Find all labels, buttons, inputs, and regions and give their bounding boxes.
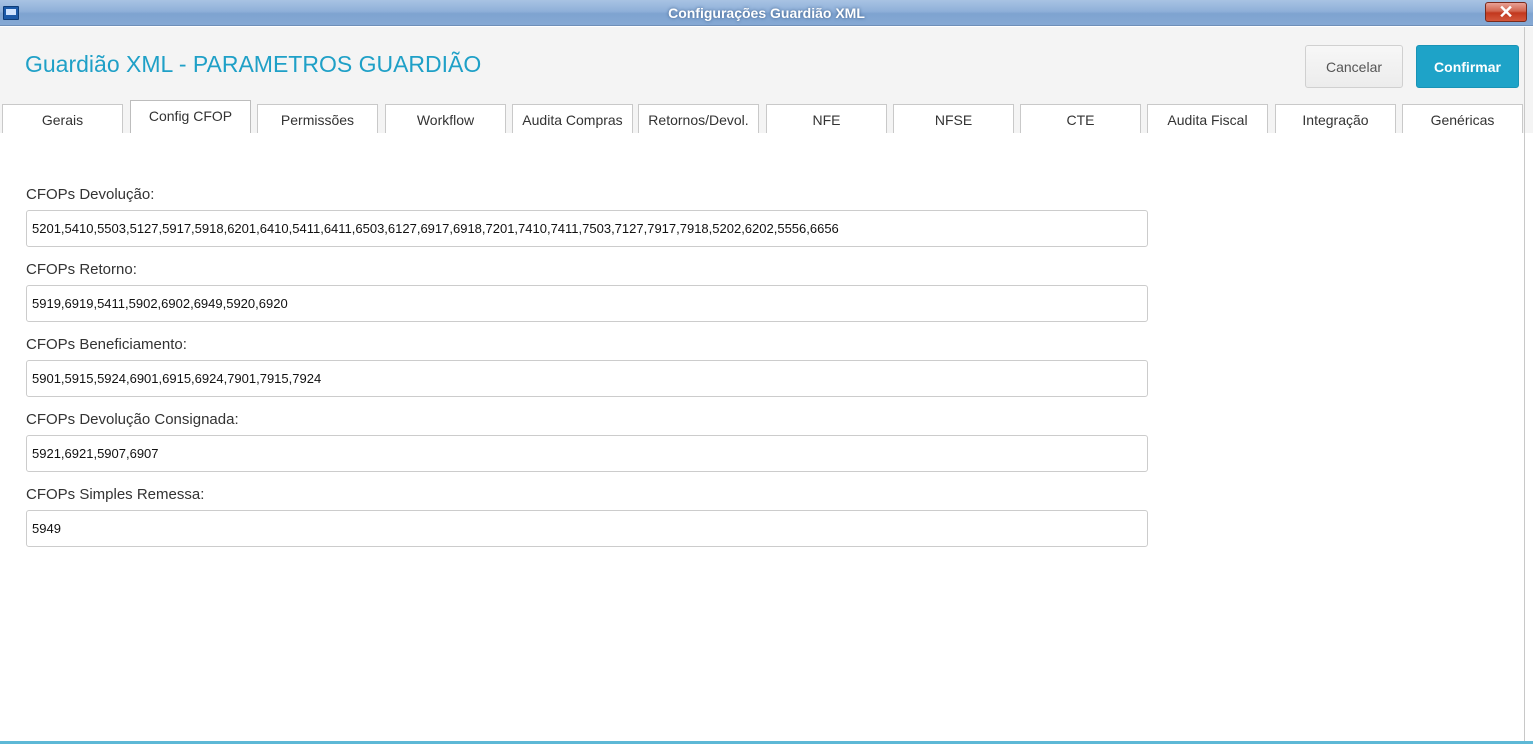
tab-nfe[interactable]: NFE bbox=[766, 104, 887, 133]
window-close-button[interactable]: ✕ bbox=[1485, 2, 1527, 22]
tab-audita-compras[interactable]: Audita Compras bbox=[512, 104, 633, 133]
tab-cte[interactable]: CTE bbox=[1020, 104, 1141, 133]
dialog-header: Guardião XML - PARAMETROS GUARDIÃO Cance… bbox=[0, 27, 1533, 103]
tab-integracao[interactable]: Integração bbox=[1275, 104, 1396, 133]
tab-bar: Gerais Config CFOP Permissões Workflow A… bbox=[0, 100, 1533, 133]
window-titlebar: Configurações Guardião XML ✕ bbox=[0, 0, 1533, 26]
cfops-devolucao-consignada-label: CFOPs Devolução Consignada: bbox=[26, 411, 239, 428]
cfops-devolucao-input[interactable]: 5201,5410,5503,5127,5917,5918,6201,6410,… bbox=[26, 210, 1148, 247]
confirm-button[interactable]: Confirmar bbox=[1416, 45, 1519, 88]
cfops-retorno-label: CFOPs Retorno: bbox=[26, 261, 137, 278]
cfops-beneficiamento-input[interactable]: 5901,5915,5924,6901,6915,6924,7901,7915,… bbox=[26, 360, 1148, 397]
cfops-simples-remessa-label: CFOPs Simples Remessa: bbox=[26, 486, 205, 503]
tab-genericas[interactable]: Genéricas bbox=[1402, 104, 1523, 133]
cancel-button[interactable]: Cancelar bbox=[1305, 45, 1403, 88]
window-title: Configurações Guardião XML bbox=[668, 5, 865, 21]
cfops-simples-remessa-input[interactable]: 5949 bbox=[26, 510, 1148, 547]
cfops-beneficiamento-label: CFOPs Beneficiamento: bbox=[26, 336, 187, 353]
cfops-devolucao-label: CFOPs Devolução: bbox=[26, 186, 155, 203]
tab-nfse[interactable]: NFSE bbox=[893, 104, 1014, 133]
panel-right-border bbox=[1524, 27, 1525, 742]
tab-gerais[interactable]: Gerais bbox=[2, 104, 123, 133]
tab-audita-fiscal[interactable]: Audita Fiscal bbox=[1147, 104, 1268, 133]
tab-config-cfop[interactable]: Config CFOP bbox=[130, 100, 251, 133]
cfops-devolucao-consignada-input[interactable]: 5921,6921,5907,6907 bbox=[26, 435, 1148, 472]
tab-permissoes[interactable]: Permissões bbox=[257, 104, 378, 133]
tab-workflow[interactable]: Workflow bbox=[385, 104, 506, 133]
tab-retornos-devol[interactable]: Retornos/Devol. bbox=[638, 104, 759, 133]
page-title: Guardião XML - PARAMETROS GUARDIÃO bbox=[25, 51, 482, 77]
cfops-retorno-input[interactable]: 5919,6919,5411,5902,6902,6949,5920,6920 bbox=[26, 285, 1148, 322]
